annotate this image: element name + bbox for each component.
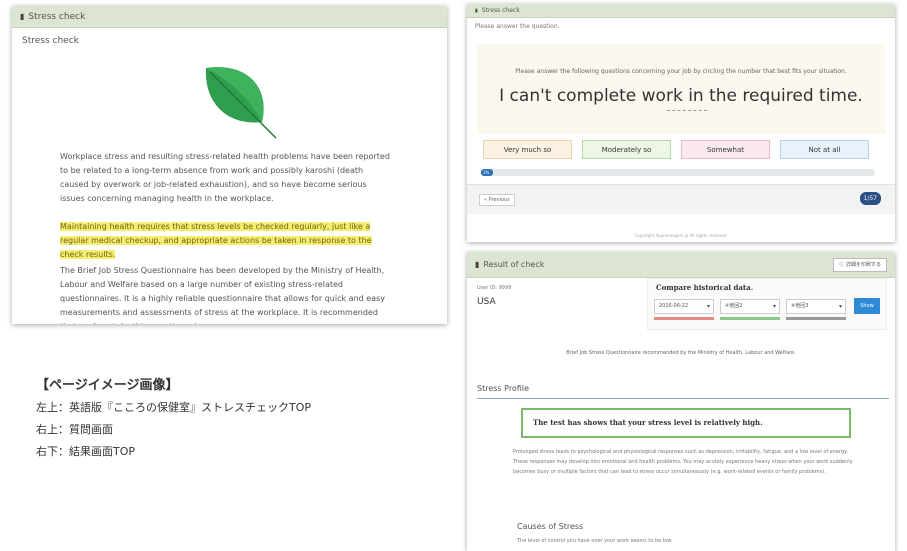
compare-title: Compare historical data. <box>656 283 754 292</box>
intro-paragraph: Workplace stress and resulting stress-re… <box>60 152 390 203</box>
panel-header: ▮ Stress check <box>12 6 447 28</box>
history-select-1-value: 2016-06-22 <box>659 303 689 309</box>
section-divider <box>477 398 889 399</box>
previous-button[interactable]: « Previous <box>479 194 515 206</box>
progress-fill: 1% <box>481 169 493 176</box>
page-subtitle: Stress check <box>22 36 79 46</box>
caption-title: 【ページイメージ画像】 <box>36 378 179 393</box>
question-screen-screenshot: ▮ Stress check Please answer the questio… <box>467 4 895 242</box>
answer-not-at-all-button[interactable]: Not at all <box>780 140 869 159</box>
panel-header: ▮ Stress check <box>467 4 895 18</box>
document-icon: ▮ <box>20 12 25 21</box>
select-2-color-bar <box>720 317 780 320</box>
question-counter-badge: 1/57 <box>859 192 881 205</box>
history-select-2-value: ※他回2 <box>725 303 743 309</box>
panel-header: ▮ Result of check <box>467 252 895 278</box>
document-icon: ▮ <box>475 260 480 269</box>
chevron-down-icon: ▾ <box>838 303 842 310</box>
answer-somewhat-button[interactable]: Somewhat <box>681 140 770 159</box>
history-select-1[interactable]: 2016-06-22 ▾ <box>654 299 714 314</box>
question-text: I can't complete work in the required ti… <box>499 86 863 106</box>
question-prompt: Please answer the question. <box>475 23 560 30</box>
answer-moderately-so-button[interactable]: Moderately so <box>582 140 671 159</box>
select-3-color-bar <box>786 317 846 320</box>
show-button[interactable]: Show <box>854 298 880 314</box>
caption-top-left: 左上：英語版『こころの保健室』ストレスチェックTOP <box>36 401 312 414</box>
result-summary-box: The test has shows that your stress leve… <box>521 408 851 438</box>
history-select-3-value: ※他回3 <box>791 303 809 309</box>
question-footer: « Previous 1/57 <box>467 184 895 214</box>
panel-header-title: Stress check <box>481 7 520 14</box>
caption-top-right: 右上：質問画面 <box>36 423 113 436</box>
questionnaire-paragraph: The Brief Job Stress Questionnaire has b… <box>60 266 385 324</box>
question-instruction: Please answer the following questions co… <box>515 68 847 75</box>
result-summary-text: The test has shows that your stress leve… <box>533 418 763 427</box>
highlighted-text: Maintaining health requires that stress … <box>60 222 372 259</box>
user-country: USA <box>477 297 496 307</box>
highlighted-paragraph: Maintaining health requires that stress … <box>60 220 390 262</box>
caption-bottom-right: 右下：結果画面TOP <box>36 445 136 458</box>
history-select-2[interactable]: ※他回2 ▾ <box>720 299 780 314</box>
panel-header-title: Result of check <box>483 260 545 269</box>
progress-bar: 1% <box>481 169 875 176</box>
select-1-color-bar <box>654 317 714 320</box>
chevron-down-icon: ▾ <box>706 303 710 310</box>
result-screen-screenshot: ▮ Result of check ⓘ 詳細を印刷する User ID: 999… <box>467 252 895 551</box>
stress-profile-title: Stress Profile <box>477 384 530 393</box>
user-id: User ID: 9999 <box>477 285 512 291</box>
questionnaire-note: Brief Job Stress Questionnaire recommend… <box>566 350 796 356</box>
answer-very-much-so-button[interactable]: Very much so <box>483 140 572 159</box>
compare-history-box: Compare historical data. 2016-06-22 ▾ ※他回… <box>647 278 887 330</box>
control-level-text: The level of control you have over your … <box>517 538 673 544</box>
leaf-icon <box>205 67 277 139</box>
question-divider <box>667 110 707 111</box>
panel-header-title: Stress check <box>28 11 86 22</box>
question-box: Please answer the following questions co… <box>477 44 885 134</box>
stress-check-top-screenshot: ▮ Stress check Stress check Workplace st… <box>12 6 447 324</box>
chevron-down-icon: ▾ <box>772 303 776 310</box>
copyright-text: Copyright Appmanagers.jp All rights rese… <box>634 233 728 238</box>
history-select-3[interactable]: ※他回3 ▾ <box>786 299 846 314</box>
causes-of-stress-title: Causes of Stress <box>517 522 584 531</box>
result-description: Prolonged stress leads to psychological … <box>513 449 853 475</box>
document-icon: ▮ <box>475 7 478 14</box>
print-detail-button[interactable]: ⓘ 詳細を印刷する <box>833 258 887 272</box>
